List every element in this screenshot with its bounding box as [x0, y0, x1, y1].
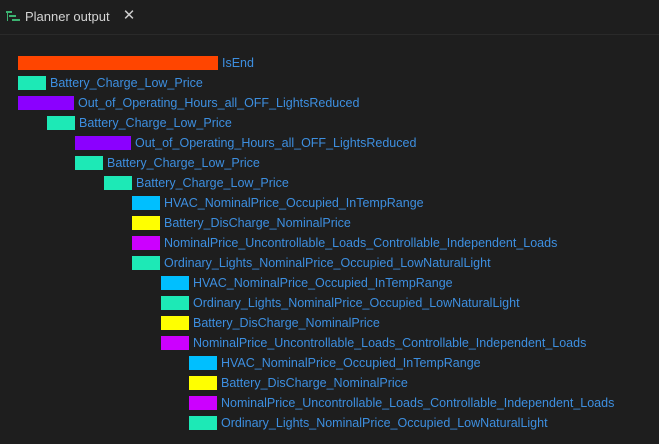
action-label[interactable]: Ordinary_Lights_NominalPrice_Occupied_Lo…	[193, 295, 520, 311]
tab-planner-output[interactable]: Planner output ✕	[0, 0, 145, 34]
action-color-bar[interactable]	[18, 96, 74, 110]
action-label[interactable]: Battery_DisCharge_NominalPrice	[221, 375, 408, 391]
action-label[interactable]: Ordinary_Lights_NominalPrice_Occupied_Lo…	[221, 415, 548, 431]
action-label[interactable]: Battery_DisCharge_NominalPrice	[164, 215, 351, 231]
action-label[interactable]: HVAC_NominalPrice_Occupied_InTempRange	[221, 355, 481, 371]
action-label[interactable]: Battery_DisCharge_NominalPrice	[193, 315, 380, 331]
planner-tree-icon	[6, 10, 20, 24]
action-color-bar[interactable]	[189, 376, 217, 390]
action-label[interactable]: Out_of_Operating_Hours_all_OFF_LightsRed…	[78, 95, 359, 111]
action-color-bar[interactable]	[132, 196, 160, 210]
action-color-bar[interactable]	[161, 276, 189, 290]
tab-bar: Planner output ✕	[0, 0, 659, 35]
tab-title: Planner output	[25, 9, 110, 24]
action-color-bar[interactable]	[104, 176, 132, 190]
action-color-bar[interactable]	[132, 236, 160, 250]
action-label[interactable]: Battery_Charge_Low_Price	[136, 175, 289, 191]
action-color-bar[interactable]	[18, 56, 218, 70]
plan-tree: IsEnd Battery_Charge_Low_Price Out_of_Oper…	[0, 35, 659, 444]
action-color-bar[interactable]	[75, 156, 103, 170]
action-label[interactable]: Battery_Charge_Low_Price	[79, 115, 232, 131]
action-label[interactable]: HVAC_NominalPrice_Occupied_InTempRange	[193, 275, 453, 291]
action-color-bar[interactable]	[132, 216, 160, 230]
action-label[interactable]: NominalPrice_Uncontrollable_Loads_Contro…	[164, 235, 557, 251]
action-color-bar[interactable]	[161, 316, 189, 330]
planner-output-panel: Planner output ✕ IsEnd Battery_Charge_Low…	[0, 0, 659, 444]
action-color-bar[interactable]	[18, 76, 46, 90]
action-color-bar[interactable]	[47, 116, 75, 130]
action-color-bar[interactable]	[132, 256, 160, 270]
action-color-bar[interactable]	[161, 296, 189, 310]
action-label[interactable]: NominalPrice_Uncontrollable_Loads_Contro…	[193, 335, 586, 351]
action-label[interactable]: Out_of_Operating_Hours_all_OFF_LightsRed…	[135, 135, 416, 151]
action-color-bar[interactable]	[189, 396, 217, 410]
action-label[interactable]: HVAC_NominalPrice_Occupied_InTempRange	[164, 195, 424, 211]
action-color-bar[interactable]	[189, 356, 217, 370]
action-label[interactable]: IsEnd	[222, 55, 254, 71]
close-icon[interactable]: ✕	[122, 8, 136, 23]
action-label[interactable]: NominalPrice_Uncontrollable_Loads_Contro…	[221, 395, 614, 411]
action-color-bar[interactable]	[75, 136, 131, 150]
action-color-bar[interactable]	[161, 336, 189, 350]
action-label[interactable]: Battery_Charge_Low_Price	[50, 75, 203, 91]
action-label[interactable]: Ordinary_Lights_NominalPrice_Occupied_Lo…	[164, 255, 491, 271]
action-label[interactable]: Battery_Charge_Low_Price	[107, 155, 260, 171]
action-color-bar[interactable]	[189, 416, 217, 430]
